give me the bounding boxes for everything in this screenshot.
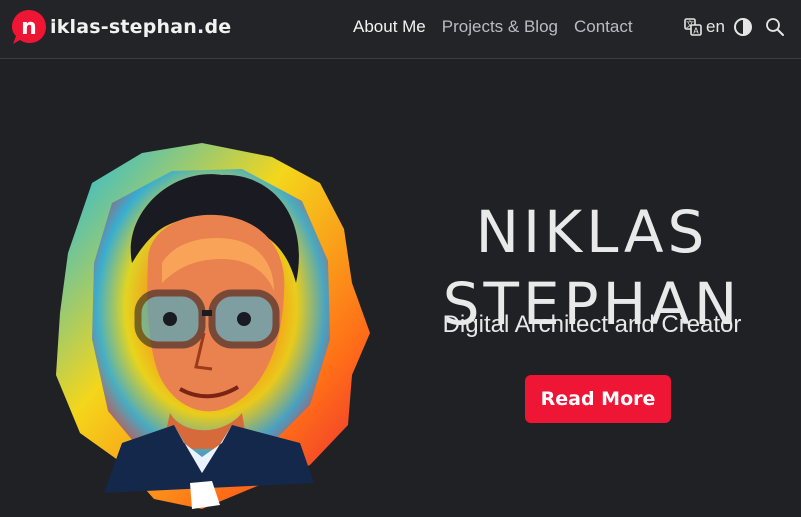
translate-icon: 文 A: [684, 18, 702, 36]
main-nav: About Me Projects & Blog Contact: [353, 17, 633, 37]
nav-about-me[interactable]: About Me: [353, 17, 426, 37]
nav-contact[interactable]: Contact: [574, 17, 633, 37]
logo-letter: n: [21, 15, 37, 40]
logo-badge-icon: n: [10, 8, 48, 46]
language-switcher[interactable]: 文 A en: [684, 17, 725, 37]
svg-text:A: A: [693, 27, 699, 36]
language-code: en: [706, 17, 725, 36]
site-logo-link[interactable]: n iklas-stephan.de: [10, 8, 231, 46]
hero-subtitle: Digital Architect and Creator: [442, 311, 742, 338]
top-navigation-bar: n iklas-stephan.de About Me Projects & B…: [0, 0, 801, 59]
site-name: iklas-stephan.de: [50, 16, 232, 38]
nav-projects-blog[interactable]: Projects & Blog: [442, 17, 558, 37]
search-icon[interactable]: [765, 17, 785, 37]
portrait-illustration: [52, 143, 372, 513]
hero-title-line1: NIKLAS: [475, 197, 709, 266]
hero-section: NIKLAS STEPHAN Digital Architect and Cre…: [0, 59, 801, 509]
contrast-icon[interactable]: [733, 17, 753, 37]
read-more-button[interactable]: Read More: [525, 375, 671, 423]
header-tools: 文 A en: [684, 17, 785, 37]
